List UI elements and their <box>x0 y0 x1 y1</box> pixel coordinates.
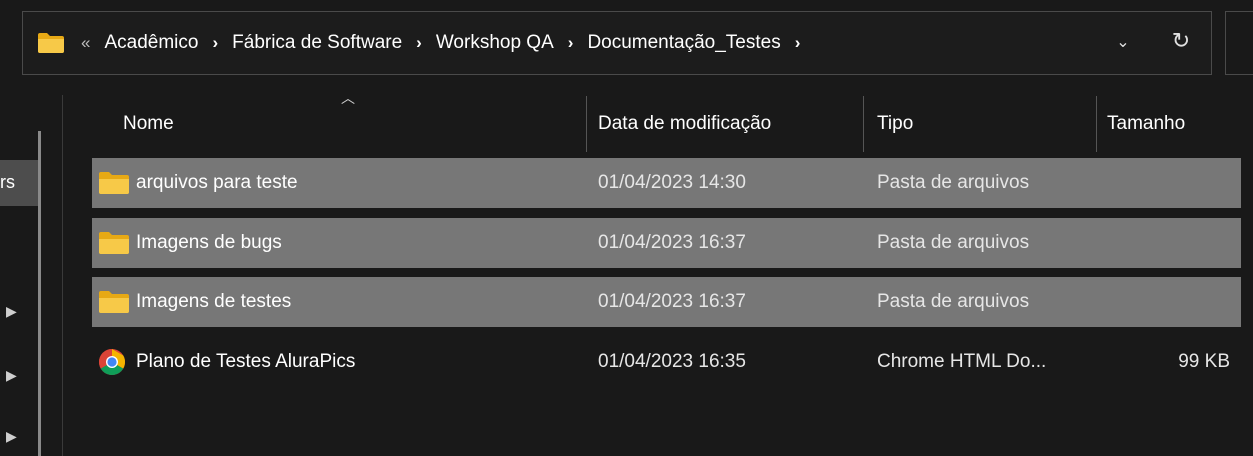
chevron-right-icon[interactable]: › <box>416 33 422 53</box>
file-date: 01/04/2023 16:35 <box>598 351 746 372</box>
file-date: 01/04/2023 16:37 <box>598 232 746 253</box>
breadcrumb-item-documentacao-testes[interactable]: Documentação_Testes <box>587 32 780 54</box>
table-row[interactable]: Plano de Testes AluraPics 01/04/2023 16:… <box>92 337 1241 387</box>
column-header-name[interactable]: Nome <box>123 96 583 152</box>
file-name: Imagens de testes <box>136 291 292 312</box>
file-size: 99 KB <box>1178 351 1230 372</box>
breadcrumb-item-fabrica-de-software[interactable]: Fábrica de Software <box>232 32 402 54</box>
breadcrumb-item-workshop-qa[interactable]: Workshop QA <box>436 32 554 54</box>
folder-icon <box>99 232 129 254</box>
table-row[interactable]: arquivos para teste 01/04/2023 14:30 Pas… <box>92 158 1241 208</box>
file-name: arquivos para teste <box>136 172 298 193</box>
file-date: 01/04/2023 16:37 <box>598 291 746 312</box>
nav-pane-scrollbar[interactable] <box>38 131 41 456</box>
column-header-type[interactable]: Tipo <box>877 96 1092 152</box>
table-row[interactable]: Imagens de bugs 01/04/2023 16:37 Pasta d… <box>92 218 1241 268</box>
nav-pane-item-label: rs <box>0 172 15 192</box>
folder-icon <box>99 291 129 313</box>
chevron-right-icon[interactable]: ▶ <box>6 303 20 319</box>
table-row[interactable]: Imagens de testes 01/04/2023 16:37 Pasta… <box>92 277 1241 327</box>
chevron-right-icon[interactable]: ▶ <box>6 428 20 444</box>
refresh-icon[interactable]: ↻ <box>1168 28 1194 56</box>
column-divider[interactable] <box>586 96 587 152</box>
breadcrumb-item-academico[interactable]: Acadêmico <box>104 32 198 54</box>
breadcrumb-overflow[interactable]: « <box>81 33 90 53</box>
file-name: Imagens de bugs <box>136 232 282 253</box>
column-divider[interactable] <box>1096 96 1097 152</box>
file-name: Plano de Testes AluraPics <box>136 351 356 372</box>
address-bar[interactable]: « Acadêmico › Fábrica de Software › Work… <box>22 11 1212 75</box>
file-type: Pasta de arquivos <box>877 232 1030 253</box>
column-header-date[interactable]: Data de modificação <box>598 96 858 152</box>
column-divider[interactable] <box>863 96 864 152</box>
column-header-size[interactable]: Tamanho <box>1107 96 1217 152</box>
folder-icon <box>38 33 64 53</box>
chevron-right-icon[interactable]: › <box>212 33 218 53</box>
file-type: Chrome HTML Do... <box>877 351 1047 372</box>
search-box[interactable] <box>1225 11 1253 75</box>
file-type: Pasta de arquivos <box>877 172 1030 193</box>
file-date: 01/04/2023 14:30 <box>598 172 746 193</box>
chevron-right-icon[interactable]: › <box>795 33 801 53</box>
chevron-down-icon[interactable]: ⌄ <box>1113 32 1133 52</box>
file-type: Pasta de arquivos <box>877 291 1030 312</box>
chrome-icon <box>98 349 126 376</box>
pane-splitter[interactable] <box>62 95 63 456</box>
chevron-right-icon[interactable]: › <box>568 33 574 53</box>
breadcrumb: « Acadêmico › Fábrica de Software › Work… <box>81 12 814 74</box>
folder-icon <box>99 172 129 194</box>
chevron-right-icon[interactable]: ▶ <box>6 367 20 383</box>
